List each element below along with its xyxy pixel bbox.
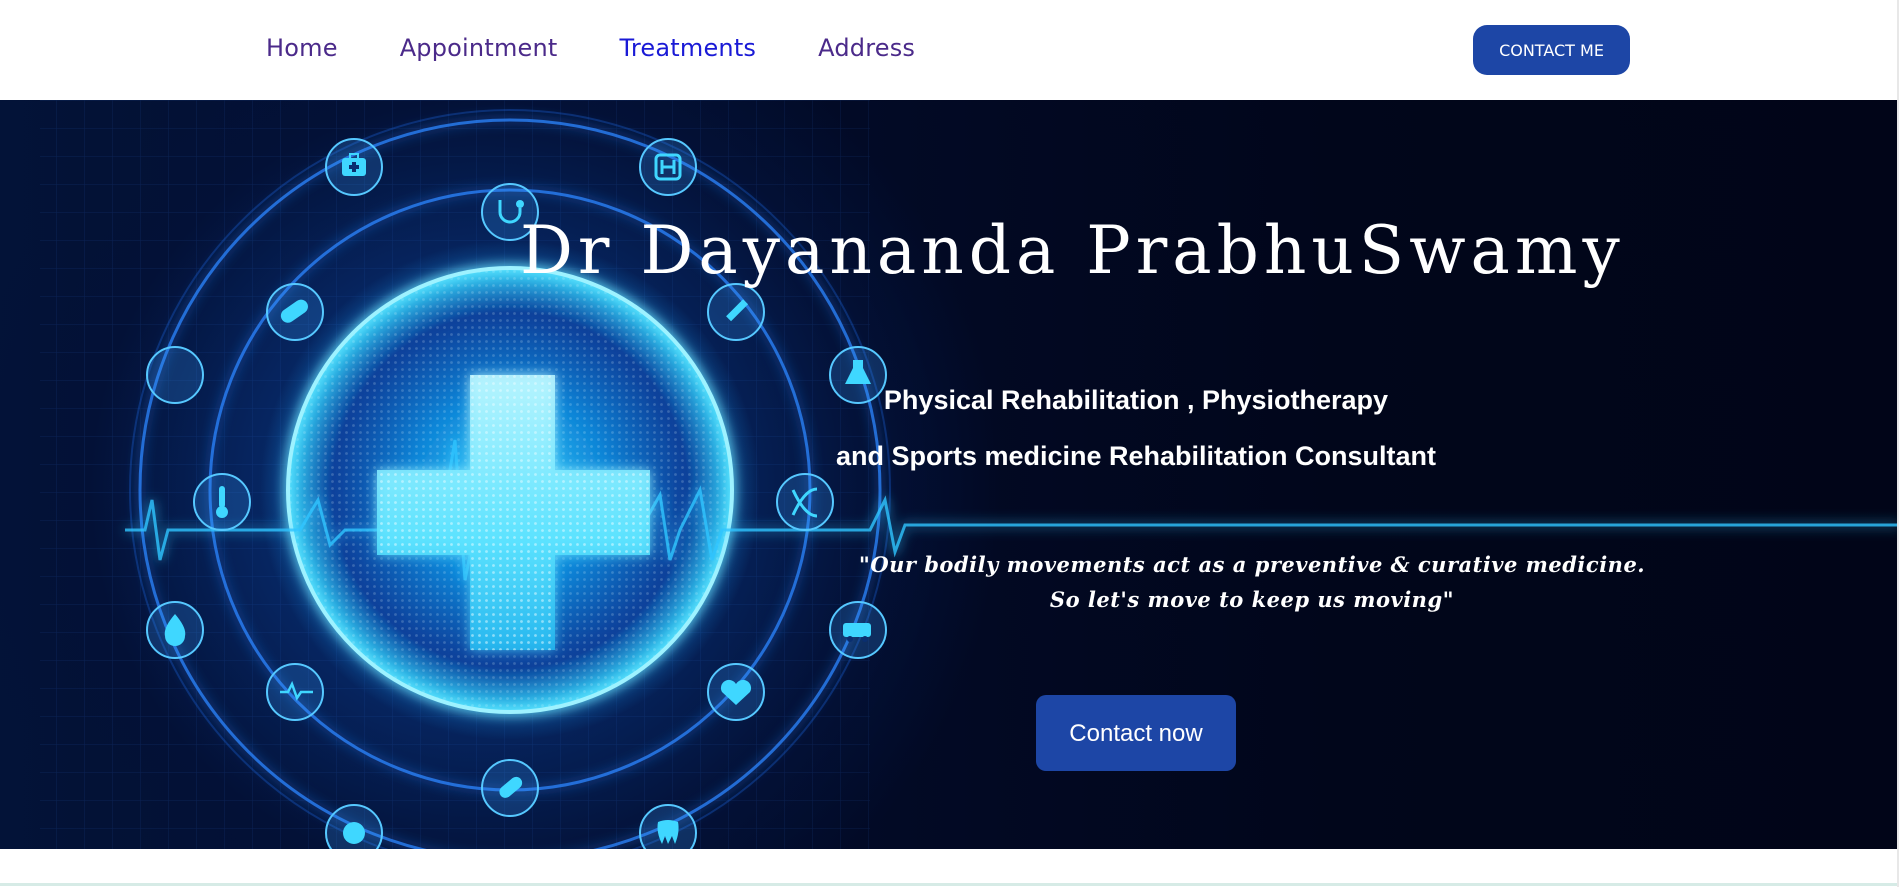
hero-banner: Dr Dayananda PrabhuSwamy Physical Rehabi… bbox=[0, 100, 1899, 849]
specialty-line-2: and Sports medicine Rehabilitation Consu… bbox=[835, 441, 1437, 471]
nav-treatments-link[interactable]: Treatments bbox=[620, 30, 757, 66]
quote-line-2: So let's move to keep us moving" bbox=[1049, 587, 1455, 612]
quote-line-1: "Our bodily movements act as a preventiv… bbox=[858, 552, 1646, 577]
nav-address-link[interactable]: Address bbox=[818, 30, 915, 66]
specialty-line-1: Physical Rehabilitation , Physiotherapy bbox=[883, 385, 1389, 415]
contact-me-button[interactable]: CONTACT ME bbox=[1473, 25, 1630, 75]
nav-appointment-link[interactable]: Appointment bbox=[400, 30, 558, 66]
contact-now-button[interactable]: Contact now bbox=[1036, 695, 1236, 771]
main-nav: Home Appointment Treatments Address bbox=[266, 30, 977, 66]
top-navbar: Home Appointment Treatments Address CONT… bbox=[0, 0, 1899, 100]
section-divider bbox=[0, 883, 1899, 886]
next-section-edge bbox=[0, 849, 1899, 887]
page: Home Appointment Treatments Address CONT… bbox=[0, 0, 1899, 887]
pill-capsule-icon bbox=[146, 346, 204, 404]
dna-icon bbox=[776, 473, 834, 531]
doctor-name-heading: Dr Dayananda PrabhuSwamy bbox=[520, 212, 1625, 289]
nav-home-link[interactable]: Home bbox=[266, 30, 338, 66]
